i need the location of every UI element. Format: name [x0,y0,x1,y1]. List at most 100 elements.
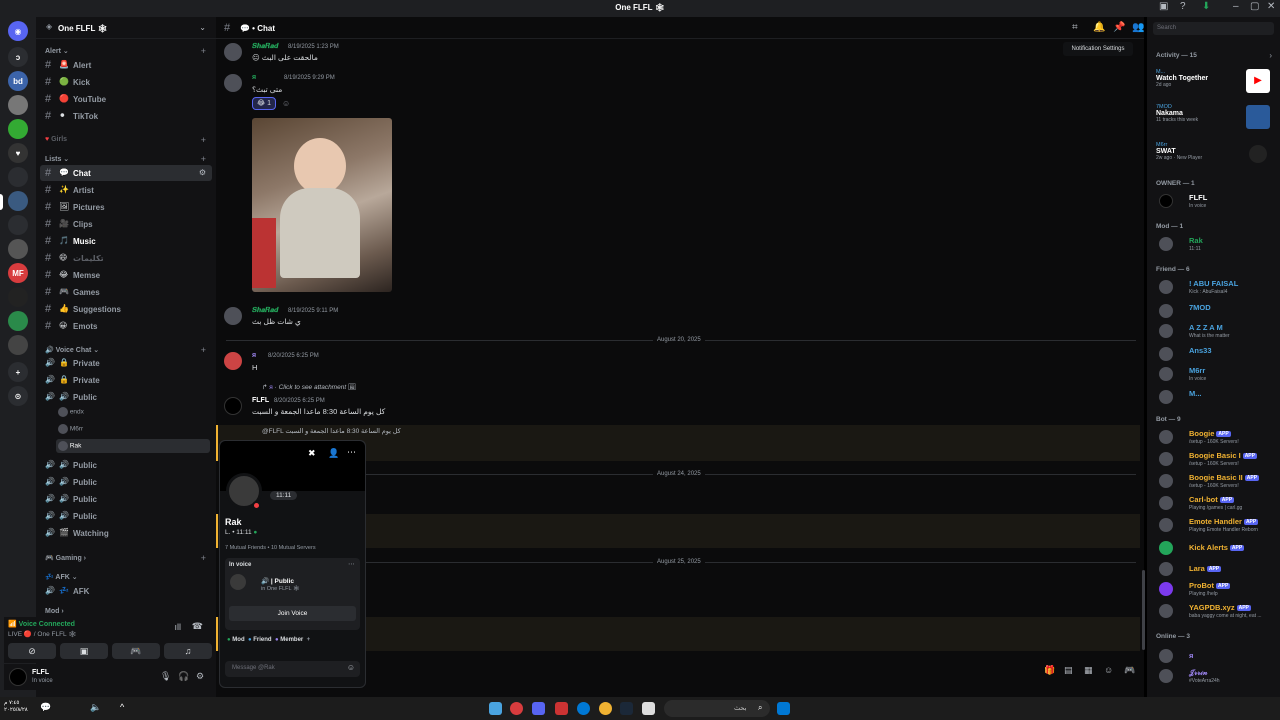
member-item[interactable]: Kick Alerts APP [1155,539,1277,559]
server-icon[interactable] [8,311,28,331]
members-icon[interactable]: 👥 [1132,22,1144,33]
channel-tiktok[interactable]: # ⚫ TikTok [40,108,212,124]
message-user-input[interactable]: Message @Rak ☺ [225,661,360,677]
emoji-icon[interactable]: ☺ [1104,665,1113,675]
voice-channel-private[interactable]: 🔊 🔒 Private [40,372,212,388]
channel-emots[interactable]: # 😀 Emots [40,318,212,334]
scrollbar-thumb[interactable] [1142,570,1145,650]
activity-card[interactable]: M6rr SWAT 2w ago · New Player [1156,142,1202,161]
avatar[interactable] [224,74,242,92]
message-author[interactable]: 𝑺𝒉𝒂𝑹𝒂𝒅 [252,307,278,315]
bell-icon[interactable]: 🔔 [1093,22,1105,33]
taskbar-search[interactable]: بحث ⌕ [664,700,770,717]
add-channel-icon[interactable]: + [201,553,206,563]
member-item[interactable]: Boogie Basic II APP/setup - 160K Servers! [1155,472,1277,492]
windows-start-icon[interactable] [777,702,790,715]
message-author[interactable]: ᴙ [252,352,256,359]
category-gaming[interactable]: 🎮 Gaming › [45,554,86,562]
voice-user[interactable]: M6rr [58,424,83,434]
add-friend-icon[interactable]: 👤 [328,448,339,459]
member-item[interactable]: ᴙ [1155,647,1277,667]
notification-icon[interactable]: 💬 [40,702,51,713]
headphones-icon[interactable]: 🎧 [178,671,189,682]
add-channel-icon[interactable]: + [201,345,206,355]
server-icon[interactable] [8,167,28,187]
inbox-icon[interactable]: ▣ [1159,1,1168,12]
member-item[interactable]: ! ABU FAISAL Kick : AbuFaisal4 [1155,278,1277,298]
server-icon[interactable]: MF [8,263,28,283]
server-icon[interactable] [8,119,28,139]
edge-icon[interactable] [577,702,590,715]
gif-icon[interactable]: ▤ [1064,665,1073,676]
disconnect-icon[interactable]: ☎ [192,621,203,632]
member-item[interactable]: Emote Handler APP Playing Emote Handler Re… [1155,516,1277,536]
reply-preview[interactable]: ↱ ᴙ · Click to see attachment 🖼 [262,383,356,391]
activity-button[interactable]: 🎮 [112,643,160,659]
add-channel-icon[interactable]: + [201,154,206,164]
channel-chat[interactable]: # 💬 Chat ⚙ [40,165,212,181]
channel-music[interactable]: # 🎵 Music [40,233,212,249]
channel-pictures[interactable]: # 🖼 Pictures [40,199,212,215]
channel-memse[interactable]: # 😂 Memse [40,267,212,283]
add-channel-icon[interactable]: + [201,46,206,56]
voice-server[interactable]: LIVE 🔴 / One FLFL 🕸 [8,630,77,638]
activity-header[interactable]: Activity — 15 [1156,52,1197,59]
member-item[interactable]: Ans33 [1155,345,1277,365]
member-item[interactable]: 7MOD [1155,302,1277,322]
add-channel-icon[interactable]: + [201,135,206,145]
more-options-icon[interactable]: ⋯ [347,447,356,458]
image-attachment[interactable] [252,118,392,292]
camera-off-button[interactable]: ⊘ [8,643,56,659]
join-voice-button[interactable]: Join Voice [229,606,356,621]
sticker-icon[interactable]: ▦ [1084,665,1093,676]
pin-icon[interactable]: 📌 [1113,22,1125,33]
member-item[interactable]: FLFL In voice [1155,192,1277,212]
member-item[interactable]: Rak 11:11 [1155,235,1277,255]
reaction-button[interactable]: 😂 1 [252,97,276,110]
search-input[interactable]: Search [1153,22,1274,35]
discover-icon[interactable]: ⊙ [8,386,28,406]
block-icon[interactable]: ✖ [308,448,316,459]
threads-icon[interactable]: ⌗ [1072,22,1078,33]
channel-artist[interactable]: # ✨ Artist [40,182,212,198]
discord-taskbar-icon[interactable] [532,702,545,715]
server-icon[interactable] [8,95,28,115]
member-item[interactable]: M6rr In voice [1155,365,1277,385]
member-item[interactable]: Boogie Basic I APP/setup - 160K Servers! [1155,450,1277,470]
server-icon[interactable]: ♥ [8,143,28,163]
category-alert[interactable]: Alert ⌄ [45,47,69,55]
message-author[interactable]: ᴙ [252,74,256,81]
category-mod[interactable]: Mod › [45,608,64,615]
soundboard-button[interactable]: ♫ [164,643,212,659]
activity-card[interactable]: 7MOD Nakama 11 tracks this week [1156,104,1198,123]
noise-suppression-icon[interactable]: ıll [175,622,182,632]
channel-takleemat[interactable]: # 😄 تكليمات [40,250,212,266]
chevron-down-icon[interactable]: ⌄ [199,23,206,32]
user-settings-gear-icon[interactable]: ⚙ [196,671,204,682]
microphone-icon[interactable]: 🎙 [160,671,171,682]
voice-user-selected[interactable]: Rak [56,439,210,453]
voice-channel-public[interactable]: 🔊 🔊 Public [40,389,212,405]
help-icon[interactable]: ? [1180,1,1186,12]
server-icon[interactable]: bd [8,71,28,91]
server-icon[interactable] [8,287,28,307]
server-icon[interactable]: ↄ [8,47,28,67]
more-options-icon[interactable]: ⋯ [348,560,355,568]
voice-channel-public[interactable]: 🔊 🔊 Public [40,491,212,507]
message-author[interactable]: 𝑺𝒉𝒂𝑹𝒂𝒅 [252,43,278,51]
voice-channel-public[interactable]: 🔊 🔊 Public [40,457,212,473]
channel-youtube[interactable]: # 🔴 YouTube [40,91,212,107]
channel-alert[interactable]: # 🚨 Alert [40,57,212,73]
server-icon[interactable] [8,335,28,355]
member-item[interactable]: YAGPDB.xyz APP baba yaggy come at night, e… [1155,602,1277,622]
voice-channel-public[interactable]: 🔊 🔊 Public [40,508,212,524]
server-icon[interactable] [8,239,28,259]
channel-clips[interactable]: # 🎥 Clips [40,216,212,232]
member-item[interactable]: A Z Z A M What is the matter [1155,322,1277,342]
channel-suggestions[interactable]: # 👍 Suggestions [40,301,212,317]
activity-card[interactable]: M... Watch Together 2d ago [1156,69,1208,88]
avatar[interactable] [224,43,242,61]
settings-gear-icon[interactable]: ⚙ [199,168,206,177]
download-icon[interactable]: ⬇ [1202,1,1210,12]
clock[interactable]: ٧:٤٥ م ٢٠٢٥/٨/٢٨ [4,700,28,714]
